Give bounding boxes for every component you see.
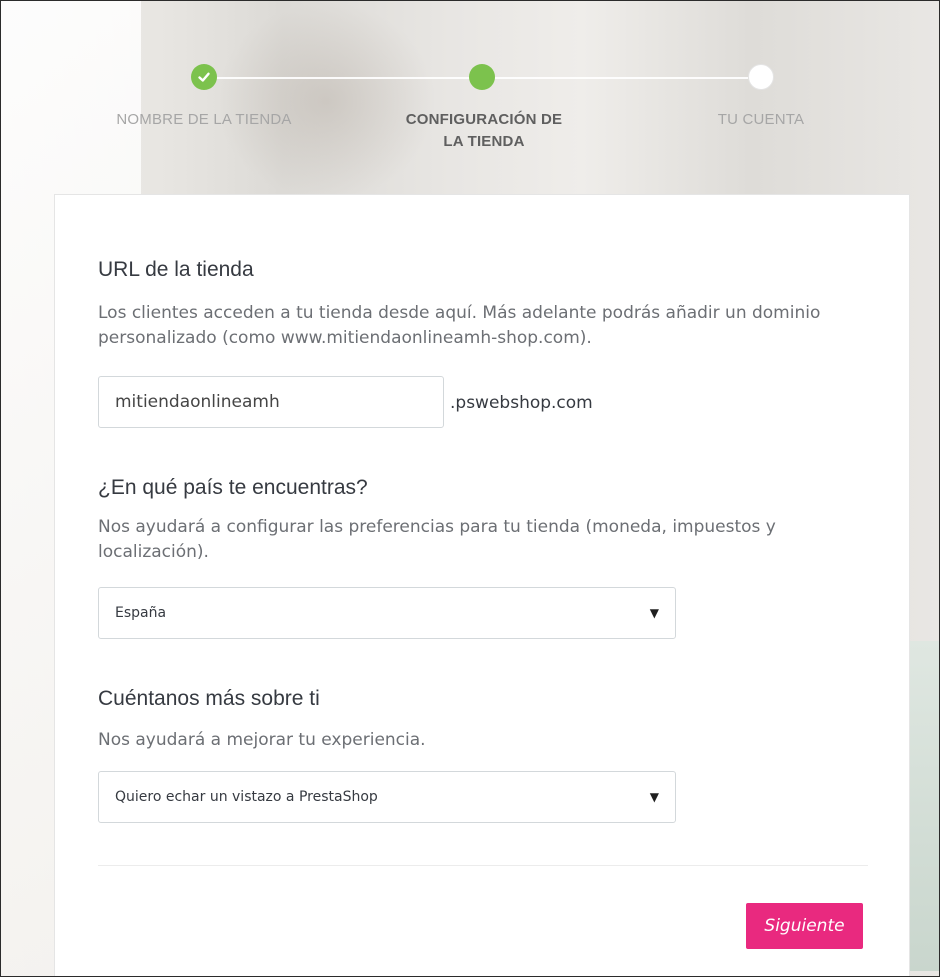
store-setup-form: URL de la tienda Los clientes acceden a … xyxy=(54,194,910,976)
country-section-title: ¿En qué país te encuentras? xyxy=(98,476,368,499)
domain-suffix: .pswebshop.com xyxy=(450,393,593,413)
url-section-description: Los clientes acceden a tu tienda desde a… xyxy=(98,303,821,348)
progress-stepper: NOMBRE DE LA TIENDA CONFIGURACIÓN DE LA … xyxy=(1,1,939,196)
form-divider xyxy=(98,865,868,866)
check-icon xyxy=(198,72,210,82)
step-2-indicator xyxy=(469,64,495,90)
next-button[interactable]: Siguiente xyxy=(746,903,863,949)
country-select-value: España xyxy=(115,605,167,621)
store-url-input[interactable] xyxy=(98,376,444,428)
chevron-down-icon: ▼ xyxy=(649,606,659,620)
step-connector-1 xyxy=(217,77,469,79)
step-1-label: NOMBRE DE LA TIENDA xyxy=(116,111,292,128)
browser-frame: NOMBRE DE LA TIENDA CONFIGURACIÓN DE LA … xyxy=(0,0,940,977)
step-1-indicator xyxy=(191,64,217,90)
step-3-indicator xyxy=(748,64,774,90)
step-2-label: CONFIGURACIÓN DE LA TIENDA xyxy=(405,111,563,150)
about-section-description: Nos ayudará a mejorar tu experiencia. xyxy=(98,730,426,750)
step-3-label: TU CUENTA xyxy=(717,111,805,128)
experience-select-value: Quiero echar un vistazo a PrestaShop xyxy=(115,789,378,805)
country-select[interactable]: España ▼ xyxy=(98,587,676,639)
chevron-down-icon: ▼ xyxy=(649,790,659,804)
about-section-title: Cuéntanos más sobre ti xyxy=(98,687,320,710)
country-section-description: Nos ayudará a configurar las preferencia… xyxy=(98,517,776,562)
url-section-title: URL de la tienda xyxy=(98,258,254,281)
step-connector-2 xyxy=(495,77,748,79)
experience-select[interactable]: Quiero echar un vistazo a PrestaShop ▼ xyxy=(98,771,676,823)
